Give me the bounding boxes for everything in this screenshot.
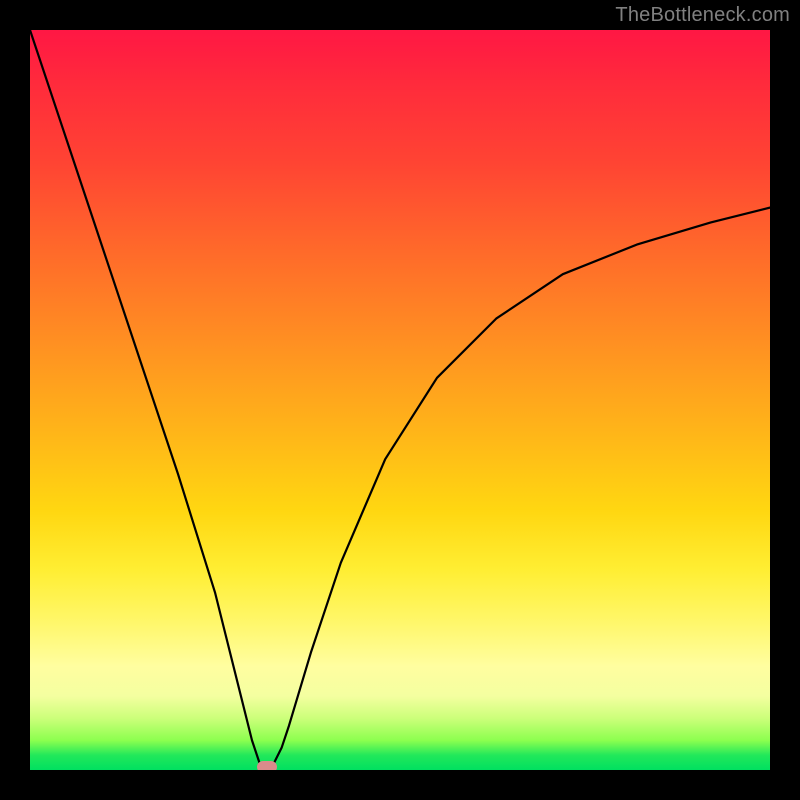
chart-stage: TheBottleneck.com <box>0 0 800 800</box>
plot-area <box>30 30 770 770</box>
optimal-point-marker <box>257 761 277 770</box>
bottleneck-curve <box>30 30 770 770</box>
curve-layer <box>30 30 770 770</box>
watermark-text: TheBottleneck.com <box>615 4 790 27</box>
